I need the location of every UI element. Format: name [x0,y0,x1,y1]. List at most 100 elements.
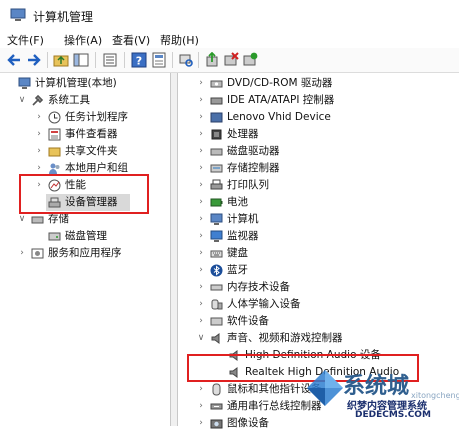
menu-bar: 文件(F) 操作(A) 查看(V) 帮助(H) [0,30,459,48]
device-label: DVD/CD-ROM 驱动器 [227,77,333,89]
tree-label-task-scheduler: 任务计划程序 [65,111,128,123]
device-label: 计算机 [227,213,259,225]
device-label: IDE ATA/ATAPI 控制器 [227,94,335,106]
uninstall-device-icon[interactable] [223,52,239,68]
chevron-right-icon[interactable]: › [196,398,206,415]
device-label: 软件设备 [227,315,269,327]
device-label: 电池 [227,196,248,208]
computer-icon [210,213,223,225]
chevron-right-icon[interactable]: › [196,92,206,109]
chevron-right-icon[interactable]: › [196,228,206,245]
chevron-right-icon[interactable]: › [196,194,206,211]
watermark-brand: 系统城 [343,374,410,399]
tree-node-disk-management[interactable]: 磁盘管理 [0,228,170,245]
chevron-down-icon[interactable]: ∨ [196,330,206,347]
title-bar: 计算机管理 [0,0,459,31]
back-arrow-icon[interactable] [6,52,22,68]
chevron-right-icon[interactable]: › [196,279,206,296]
pane-splitter[interactable] [171,73,178,426]
ide-controller-icon [210,97,223,105]
chevron-right-icon[interactable]: › [34,109,44,126]
computer-management-icon [18,77,31,89]
dvd-drive-icon [210,80,223,88]
processor-icon [211,129,222,140]
svg-text:?: ? [136,55,142,68]
hid-icon [211,299,223,310]
computer-management-icon [10,8,26,21]
watermark-line2: DEDECMS.COM [355,410,431,420]
chevron-right-icon[interactable]: › [196,245,206,262]
console-tree: 计算机管理(本地) ∨ 系统工具 › 任务计划程序 › 事件查看器 › 共享文件… [0,73,171,426]
chevron-right-icon[interactable]: › [196,143,206,160]
chevron-right-icon[interactable]: › [34,143,44,160]
chevron-right-icon[interactable]: › [196,415,206,432]
device-label: 磁盘驱动器 [227,145,280,157]
software-device-icon [210,317,223,326]
device-label: 图像设备 [227,417,269,429]
chevron-right-icon[interactable]: › [196,75,206,92]
chevron-right-icon[interactable]: › [196,160,206,177]
battery-icon [210,198,223,207]
monitor-icon [210,230,223,242]
speaker-icon [211,333,220,344]
chevron-right-icon[interactable]: › [196,262,206,279]
enable-device-icon[interactable] [242,52,258,68]
memory-icon [210,284,223,291]
device-label: 存储控制器 [227,162,280,174]
chevron-right-icon[interactable]: › [17,245,27,262]
watermark: 系统城 xitongcheng.com 织梦内容管理系统 DEDECMS.COM [299,364,459,426]
update-driver-icon[interactable] [204,52,220,68]
printer-icon [210,179,223,190]
console-tree-icon[interactable] [73,52,89,68]
storage-icon [31,216,44,224]
services-icon [31,248,44,259]
clock-icon [48,111,61,124]
system-tools-icon [32,94,44,106]
device-label: 打印队列 [227,179,269,191]
window-title: 计算机管理 [33,10,94,24]
storage-controller-icon [210,164,223,173]
up-folder-icon[interactable] [53,52,69,68]
properties-icon[interactable] [151,52,167,68]
tree-label-disk-management: 磁盘管理 [65,230,107,242]
usb-icon [210,403,223,410]
help-icon[interactable]: ? [131,52,147,68]
tree-label-system-tools: 系统工具 [48,94,90,106]
windows-logo-icon [307,370,343,406]
device-label: 键盘 [227,247,248,259]
export-list-icon[interactable] [102,52,118,68]
mouse-icon [212,383,221,396]
menu-file[interactable]: 文件(F) [7,32,44,48]
chevron-right-icon[interactable]: › [196,313,206,330]
tree-node-shared-folders[interactable]: › 共享文件夹 [0,143,170,160]
menu-action[interactable]: 操作(A) [64,32,102,48]
scan-hardware-icon[interactable] [178,52,194,68]
bluetooth-icon [210,264,223,277]
tree-node-event-viewer[interactable]: › 事件查看器 [0,126,170,143]
highlight-box-device-manager [19,174,149,214]
chevron-right-icon[interactable]: › [34,126,44,143]
chevron-down-icon[interactable]: ∨ [17,92,27,109]
tree-label-services-apps: 服务和应用程序 [48,247,122,259]
chevron-right-icon[interactable]: › [196,126,206,143]
shared-folder-icon [48,147,61,157]
keyboard-icon [210,250,223,258]
forward-arrow-icon[interactable] [26,52,42,68]
tree-node-services-apps[interactable]: › 服务和应用程序 [0,245,170,262]
tree-label-event-viewer: 事件查看器 [65,128,118,140]
device-label: 监视器 [227,230,259,242]
chevron-right-icon[interactable]: › [196,381,206,398]
camera-icon [210,419,223,429]
tree-node-root[interactable]: 计算机管理(本地) [0,75,170,92]
tree-node-task-scheduler[interactable]: › 任务计划程序 [0,109,170,126]
chevron-right-icon[interactable]: › [196,177,206,194]
chevron-right-icon[interactable]: › [196,296,206,313]
device-label: 内存技术设备 [227,281,290,293]
tree-node-system-tools[interactable]: ∨ 系统工具 [0,92,170,109]
menu-help[interactable]: 帮助(H) [160,32,199,48]
chevron-right-icon[interactable]: › [196,211,206,228]
event-viewer-icon [48,128,61,141]
tree-label-shared-folders: 共享文件夹 [65,145,118,157]
menu-view[interactable]: 查看(V) [112,32,150,48]
chevron-right-icon[interactable]: › [196,109,206,126]
